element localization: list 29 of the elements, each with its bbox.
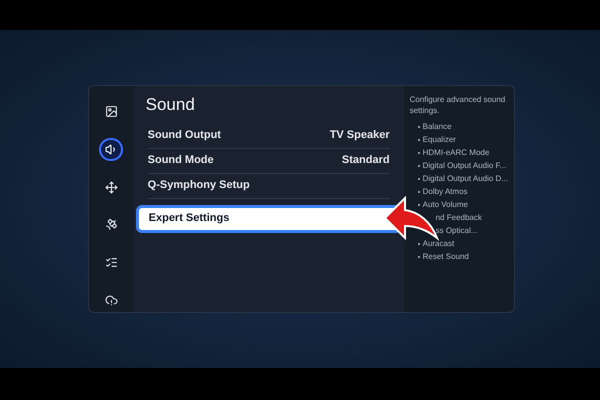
menu-item[interactable]: Sound Mode Standard: [148, 148, 390, 174]
help-list-item: nd Feedback: [434, 212, 483, 224]
cloud-icon: [104, 294, 118, 307]
help-list-item: Digital Output Audio F...: [422, 160, 506, 172]
menu-label: Q-Symphony Setup: [148, 178, 250, 194]
help-list-item: ss Optical...: [434, 225, 478, 237]
sidebar-item[interactable]: [99, 138, 124, 162]
menu-value: Standard: [342, 153, 390, 168]
menu-item[interactable]: Q-Symphony Setup: [148, 174, 390, 198]
menu-label: Sound Output: [148, 128, 221, 144]
page-title: Sound: [144, 94, 196, 116]
help-list-item: Equalizer: [422, 134, 456, 146]
help-list-item: Dolby Atmos: [422, 186, 468, 198]
help-list-item: Auracast: [422, 238, 454, 250]
help-list-item: Reset Sound: [422, 251, 469, 263]
menu-item[interactable]: Sound Output TV Speaker: [148, 124, 390, 148]
help-list-item: Balance: [422, 121, 452, 133]
arrows-icon: [104, 180, 118, 194]
help-description: Configure advanced sound settings.: [410, 94, 506, 116]
help-list-item: Digital Output Audio D...: [422, 173, 508, 185]
satellite-icon: [104, 218, 118, 232]
help-list-item: Auto Volume: [422, 199, 468, 211]
picture-icon: [104, 105, 118, 118]
speaker-icon: [104, 143, 118, 156]
list-icon: [104, 256, 118, 270]
help-list-item: HDMI-eARC Mode: [422, 147, 490, 159]
menu-value: TV Speaker: [330, 128, 390, 144]
menu-label: Expert Settings: [148, 211, 230, 226]
menu-label: Sound Mode: [148, 153, 214, 168]
